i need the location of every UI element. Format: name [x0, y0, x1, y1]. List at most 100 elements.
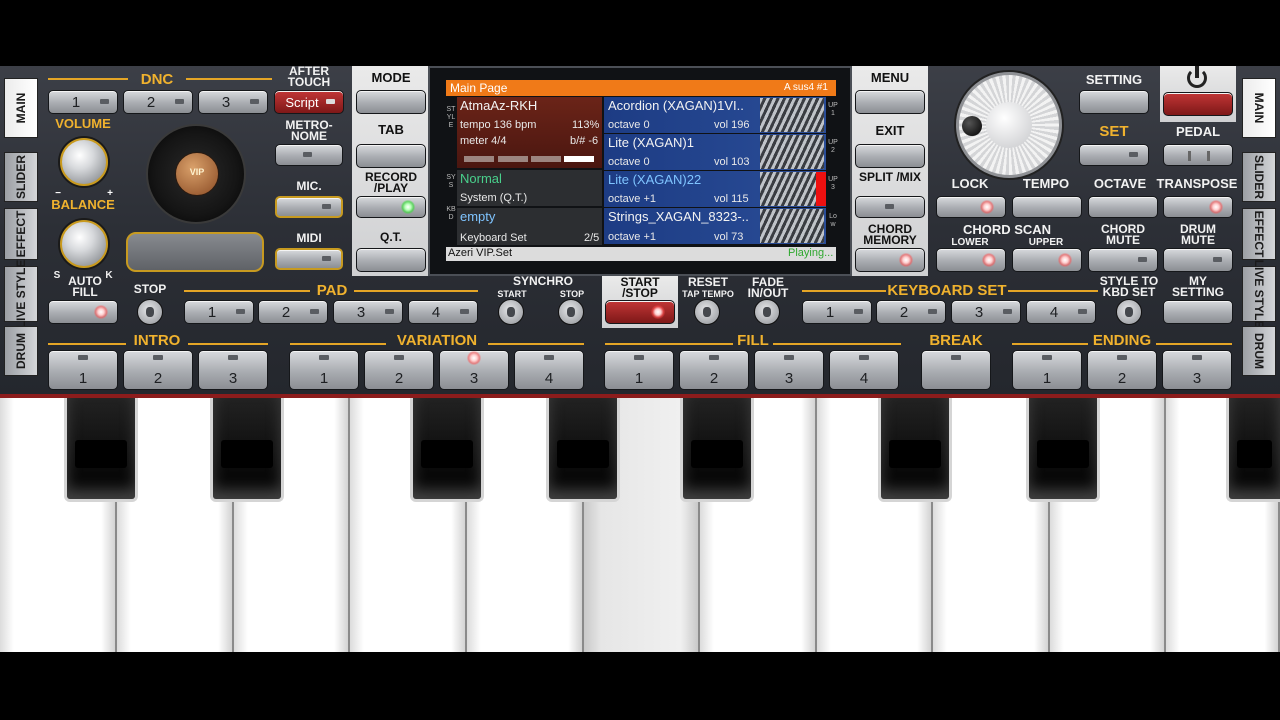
- footer-set-name: Azeri VIP.Set: [448, 247, 512, 259]
- intro-button-3[interactable]: 3: [198, 350, 268, 390]
- split-mix-button[interactable]: [855, 196, 925, 218]
- volume-knob[interactable]: [60, 138, 108, 186]
- black-key-6[interactable]: [878, 398, 952, 502]
- sys-name: Normal: [460, 171, 502, 186]
- side-tab-live-style-right[interactable]: LIVE STYLE: [1242, 260, 1276, 328]
- synchro-stop-button[interactable]: [558, 299, 584, 325]
- power-button[interactable]: [1163, 92, 1233, 116]
- tempo-button[interactable]: [1012, 196, 1082, 218]
- my-setting-button[interactable]: [1163, 300, 1233, 324]
- variation-button-2[interactable]: 2: [364, 350, 434, 390]
- pedal-button[interactable]: [1163, 144, 1233, 166]
- after-touch-label: AFTER TOUCH: [287, 64, 331, 89]
- mic-button[interactable]: [275, 196, 343, 218]
- fill-button-2[interactable]: 2: [679, 350, 749, 390]
- fade-label: FADE IN/OUT: [747, 275, 789, 300]
- pad-button-2[interactable]: 2: [258, 300, 328, 324]
- black-key-2[interactable]: [210, 398, 284, 502]
- kbd-set-button-2[interactable]: 2: [876, 300, 946, 324]
- screen-side-kbd: KBD: [446, 206, 456, 221]
- black-key-4[interactable]: [546, 398, 620, 502]
- pad-button-1[interactable]: 1: [184, 300, 254, 324]
- drum-mute-button[interactable]: [1163, 248, 1233, 272]
- dnc-button-3[interactable]: 3: [198, 90, 268, 114]
- break-button[interactable]: [921, 350, 991, 390]
- style-to-kbd-button[interactable]: [1116, 299, 1142, 325]
- side-tab-live-style-left[interactable]: LIVE STYLE: [4, 260, 38, 328]
- side-tab-slider-left[interactable]: SLIDER: [4, 152, 38, 202]
- side-tab-slider-right[interactable]: SLIDER: [1242, 152, 1276, 202]
- exit-button[interactable]: [855, 144, 925, 168]
- ending-button-3[interactable]: 3: [1162, 350, 1232, 390]
- split-mix-label: SPLIT /MIX: [858, 170, 921, 184]
- balance-knob[interactable]: [60, 220, 108, 268]
- fill-button-1[interactable]: 1: [604, 350, 674, 390]
- synchro-start-button[interactable]: [498, 299, 524, 325]
- voice-name-1: Acordion (XAGAN)1VI..: [608, 98, 744, 113]
- black-key-5[interactable]: [680, 398, 754, 502]
- side-tab-main-left[interactable]: MAIN: [4, 78, 38, 138]
- side-tab-main-right[interactable]: MAIN: [1242, 78, 1276, 138]
- start-stop-label: START /STOP: [620, 275, 660, 300]
- variation-button-1[interactable]: 1: [289, 350, 359, 390]
- ending-button-1[interactable]: 1: [1012, 350, 1082, 390]
- kbd-name: empty: [460, 209, 496, 224]
- voice-vol-1: vol 196: [714, 119, 750, 131]
- lcd-screen[interactable]: Main Page A sus4 #1 STYLE SYS KBD AtmaAz…: [428, 66, 852, 276]
- black-key-3[interactable]: [410, 398, 484, 502]
- side-tab-effect-left[interactable]: EFFECT: [4, 208, 38, 260]
- voice-name-3: Lite (XAGAN)22: [608, 172, 702, 187]
- reset-button[interactable]: [694, 299, 720, 325]
- midi-button[interactable]: [275, 248, 343, 270]
- black-key-8[interactable]: [1226, 398, 1280, 502]
- dnc-button-2[interactable]: 2: [123, 90, 193, 114]
- side-tab-drum-right[interactable]: DRUM: [1242, 326, 1276, 376]
- setting-label: SETTING: [1085, 72, 1143, 87]
- variation-button-4[interactable]: 4: [514, 350, 584, 390]
- record-play-button[interactable]: [356, 196, 426, 218]
- stop-button[interactable]: [137, 299, 163, 325]
- kbd-set-button-4[interactable]: 4: [1026, 300, 1096, 324]
- fill-button-3[interactable]: 3: [754, 350, 824, 390]
- touch-pad[interactable]: [126, 232, 264, 272]
- lock-button[interactable]: [936, 196, 1006, 218]
- chord-memory-label: CHORD MEMORY: [863, 222, 917, 247]
- ending-title: ENDING: [1092, 332, 1152, 349]
- side-tab-effect-right[interactable]: EFFECT: [1242, 208, 1276, 260]
- octave-button[interactable]: [1088, 196, 1158, 218]
- script-button[interactable]: Script: [274, 90, 344, 114]
- chord-scan-label: CHORD SCAN: [962, 222, 1052, 237]
- voice-image-2: [760, 135, 824, 169]
- set-button[interactable]: [1079, 144, 1149, 166]
- black-key-7[interactable]: [1026, 398, 1100, 502]
- kbd-set-button-1[interactable]: 1: [802, 300, 872, 324]
- kbd-set-button-3[interactable]: 3: [951, 300, 1021, 324]
- metronome-button[interactable]: [275, 144, 343, 166]
- qt-button[interactable]: [356, 248, 426, 272]
- tab-button[interactable]: [356, 144, 426, 168]
- mic-label: MIC.: [296, 179, 322, 193]
- kbd-count: 2/5: [584, 232, 600, 244]
- bsharp-text: b/# -6: [570, 135, 599, 147]
- start-stop-led: [651, 305, 665, 319]
- ending-button-2[interactable]: 2: [1087, 350, 1157, 390]
- menu-button[interactable]: [855, 90, 925, 114]
- setting-button[interactable]: [1079, 90, 1149, 114]
- black-key-1[interactable]: [64, 398, 138, 502]
- dnc-button-1[interactable]: 1: [48, 90, 118, 114]
- pad-button-4[interactable]: 4: [408, 300, 478, 324]
- fade-button[interactable]: [754, 299, 780, 325]
- power-icon-stem: [1195, 66, 1199, 78]
- mode-label: MODE: [371, 70, 411, 85]
- intro-button-1[interactable]: 1: [48, 350, 118, 390]
- fill-button-4[interactable]: 4: [829, 350, 899, 390]
- intro-button-2[interactable]: 2: [123, 350, 193, 390]
- variation-3-led: [467, 351, 481, 365]
- pad-button-3[interactable]: 3: [333, 300, 403, 324]
- dnc-title: DNC: [140, 71, 174, 88]
- side-tab-drum-left[interactable]: DRUM: [4, 326, 38, 376]
- chord-memory-button[interactable]: [855, 248, 925, 272]
- keyboard-set-title: KEYBOARD SET: [887, 282, 1007, 299]
- chord-mute-button[interactable]: [1088, 248, 1158, 272]
- mode-button[interactable]: [356, 90, 426, 114]
